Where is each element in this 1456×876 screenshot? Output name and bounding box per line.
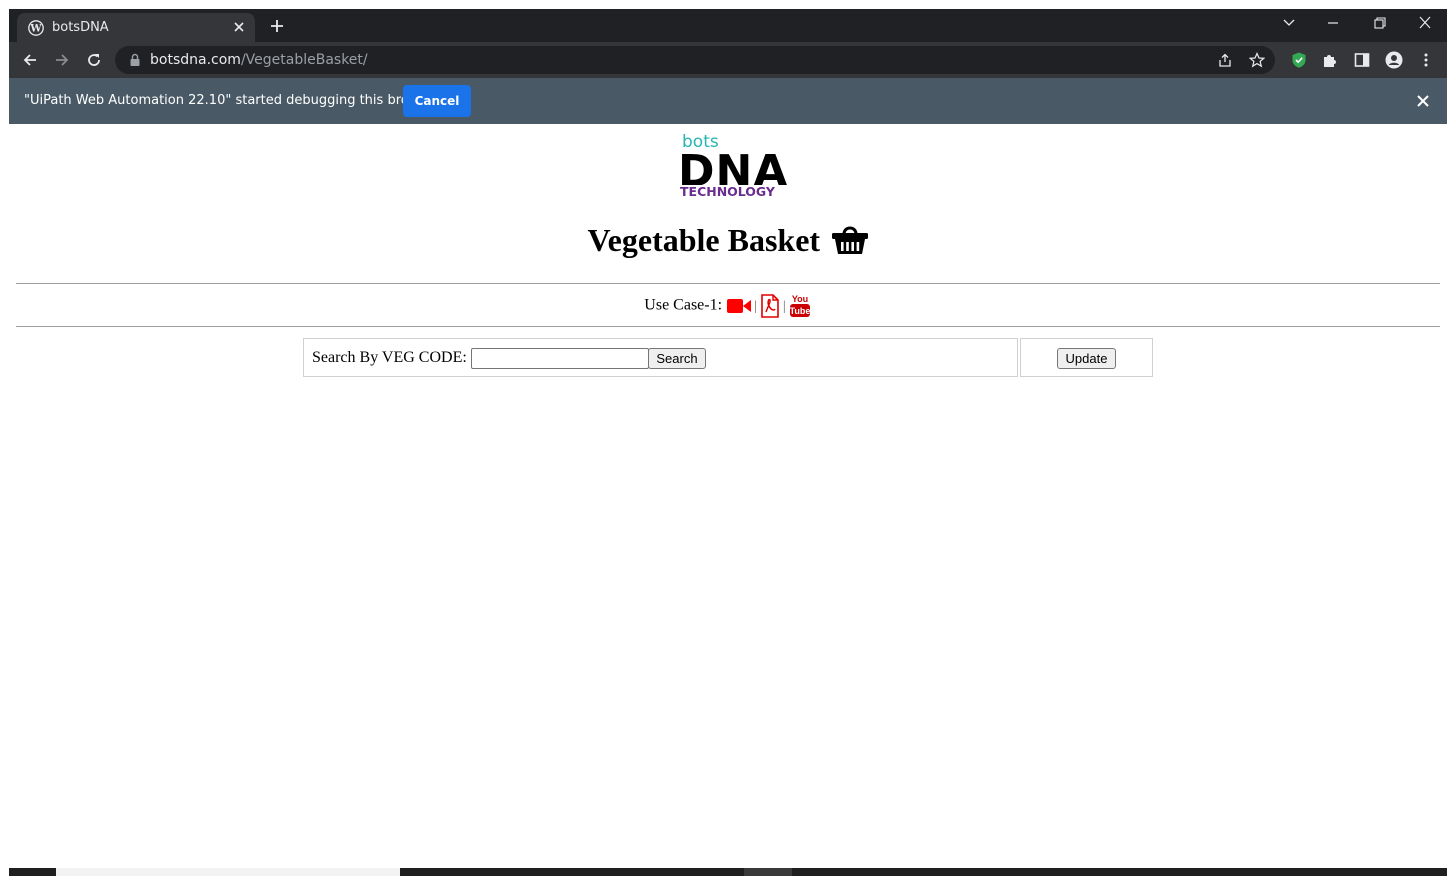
taskbar-app-item[interactable] bbox=[56, 868, 400, 876]
search-cell: Search By VEG CODE: Search bbox=[303, 338, 1018, 377]
tab-strip: W botsDNA bbox=[9, 9, 1447, 42]
use-case-label: Use Case-1: bbox=[644, 296, 723, 314]
page-title: Vegetable Basket bbox=[587, 222, 821, 258]
separator: | bbox=[754, 298, 757, 314]
divider-bottom bbox=[16, 326, 1440, 327]
share-icon[interactable] bbox=[1217, 52, 1233, 68]
minimize-icon[interactable] bbox=[1323, 15, 1343, 31]
url-host: botsdna.com bbox=[150, 52, 241, 68]
pdf-file-icon[interactable] bbox=[759, 294, 781, 318]
debugging-infobar: "UiPath Web Automation 22.10" started de… bbox=[9, 78, 1447, 124]
browser-toolbar: botsdna.com/VegetableBasket/ bbox=[9, 42, 1447, 78]
new-tab-icon[interactable] bbox=[268, 17, 286, 35]
lock-icon[interactable] bbox=[129, 53, 141, 67]
svg-text:You: You bbox=[792, 294, 808, 304]
browser-tab[interactable]: W botsDNA bbox=[17, 13, 255, 42]
tab-title: botsDNA bbox=[52, 20, 109, 35]
close-tab-icon[interactable] bbox=[231, 19, 247, 35]
infobar-cancel-button[interactable]: Cancel bbox=[403, 85, 471, 117]
veg-code-input[interactable] bbox=[471, 348, 649, 369]
restore-icon[interactable] bbox=[1369, 15, 1389, 31]
youtube-icon[interactable]: You Tube bbox=[788, 293, 812, 319]
search-label: Search By VEG CODE: bbox=[312, 349, 467, 366]
update-cell: Update bbox=[1020, 338, 1153, 377]
search-button[interactable]: Search bbox=[648, 348, 706, 369]
botsdna-logo[interactable]: bots DNA TECHNOLOGY bbox=[678, 132, 787, 199]
video-camera-icon[interactable] bbox=[726, 297, 752, 315]
infobar-message: "UiPath Web Automation 22.10" started de… bbox=[24, 93, 440, 108]
logo-technology-text: TECHNOLOGY bbox=[680, 184, 775, 199]
svg-text:Tube: Tube bbox=[789, 306, 810, 316]
close-infobar-icon[interactable] bbox=[1416, 94, 1430, 108]
url-path: /VegetableBasket/ bbox=[240, 52, 368, 68]
logo-dna-text: DNA bbox=[678, 147, 789, 185]
close-window-icon[interactable] bbox=[1415, 15, 1435, 31]
divider-top bbox=[16, 283, 1440, 284]
forward-icon[interactable] bbox=[53, 51, 71, 69]
address-bar[interactable]: botsdna.com/VegetableBasket/ bbox=[115, 46, 1275, 74]
shield-extension-icon[interactable] bbox=[1290, 51, 1308, 69]
extensions-puzzle-icon[interactable] bbox=[1321, 51, 1339, 69]
screen-left-edge bbox=[0, 0, 9, 876]
side-panel-icon[interactable] bbox=[1353, 51, 1371, 69]
back-icon[interactable] bbox=[21, 51, 39, 69]
title-row: Vegetable Basket bbox=[9, 222, 1447, 259]
taskbar-active-item[interactable] bbox=[744, 868, 792, 876]
os-taskbar bbox=[9, 868, 1447, 876]
svg-text:W: W bbox=[29, 24, 42, 35]
web-page: bots DNA TECHNOLOGY Vegetable Basket Use… bbox=[9, 124, 1447, 868]
reload-icon[interactable] bbox=[85, 51, 103, 69]
use-case-row: Use Case-1: | | You Tube bbox=[9, 293, 1447, 319]
url-text[interactable]: botsdna.com/VegetableBasket/ bbox=[150, 52, 368, 68]
basket-icon bbox=[831, 226, 868, 254]
menu-kebab-icon[interactable] bbox=[1417, 51, 1435, 69]
bookmark-star-icon[interactable] bbox=[1249, 52, 1265, 68]
browser-chrome: W botsDNA botsdna.com/VegetableBasket/ "… bbox=[9, 9, 1447, 124]
wordpress-icon: W bbox=[28, 20, 44, 36]
tab-search-chevron-icon[interactable] bbox=[1279, 15, 1299, 31]
update-button[interactable]: Update bbox=[1057, 348, 1116, 369]
profile-avatar-icon[interactable] bbox=[1385, 51, 1403, 69]
separator: | bbox=[782, 298, 786, 314]
screen-right-edge bbox=[1447, 0, 1456, 876]
screen-top-edge bbox=[0, 0, 1456, 9]
